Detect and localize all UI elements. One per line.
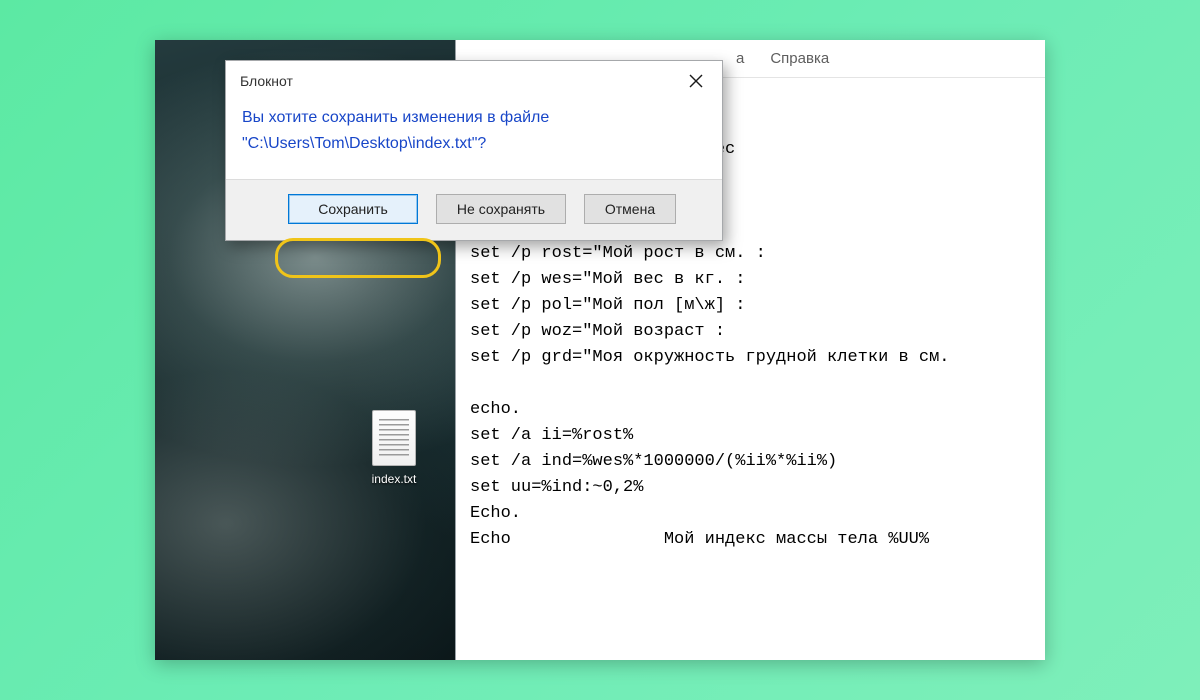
dont-save-button[interactable]: Не сохранять <box>436 194 566 224</box>
desktop-file-icon[interactable]: index.txt <box>355 410 433 486</box>
cancel-button[interactable]: Отмена <box>584 194 676 224</box>
dialog-title-text: Блокнот <box>240 73 293 89</box>
save-button[interactable]: Сохранить <box>288 194 418 224</box>
dialog-message: Вы хотите сохранить изменения в файле "C… <box>226 101 722 179</box>
menu-item-help[interactable]: Справка <box>770 50 829 67</box>
close-icon[interactable] <box>676 64 716 98</box>
save-dialog: Блокнот Вы хотите сохранить изменения в … <box>225 60 723 241</box>
menu-item-partial[interactable]: а <box>736 50 744 67</box>
dialog-message-line1: Вы хотите сохранить изменения в файле <box>242 105 706 131</box>
text-file-icon <box>372 410 416 466</box>
desktop-file-label: index.txt <box>355 472 433 486</box>
dialog-button-row: Сохранить Не сохранять Отмена <box>226 179 722 240</box>
dialog-message-line2: "C:\Users\Tom\Desktop\index.txt"? <box>242 131 706 157</box>
dialog-titlebar: Блокнот <box>226 61 722 101</box>
screenshot-frame: index.txt а Справка expansion ассы тела … <box>155 40 1045 660</box>
